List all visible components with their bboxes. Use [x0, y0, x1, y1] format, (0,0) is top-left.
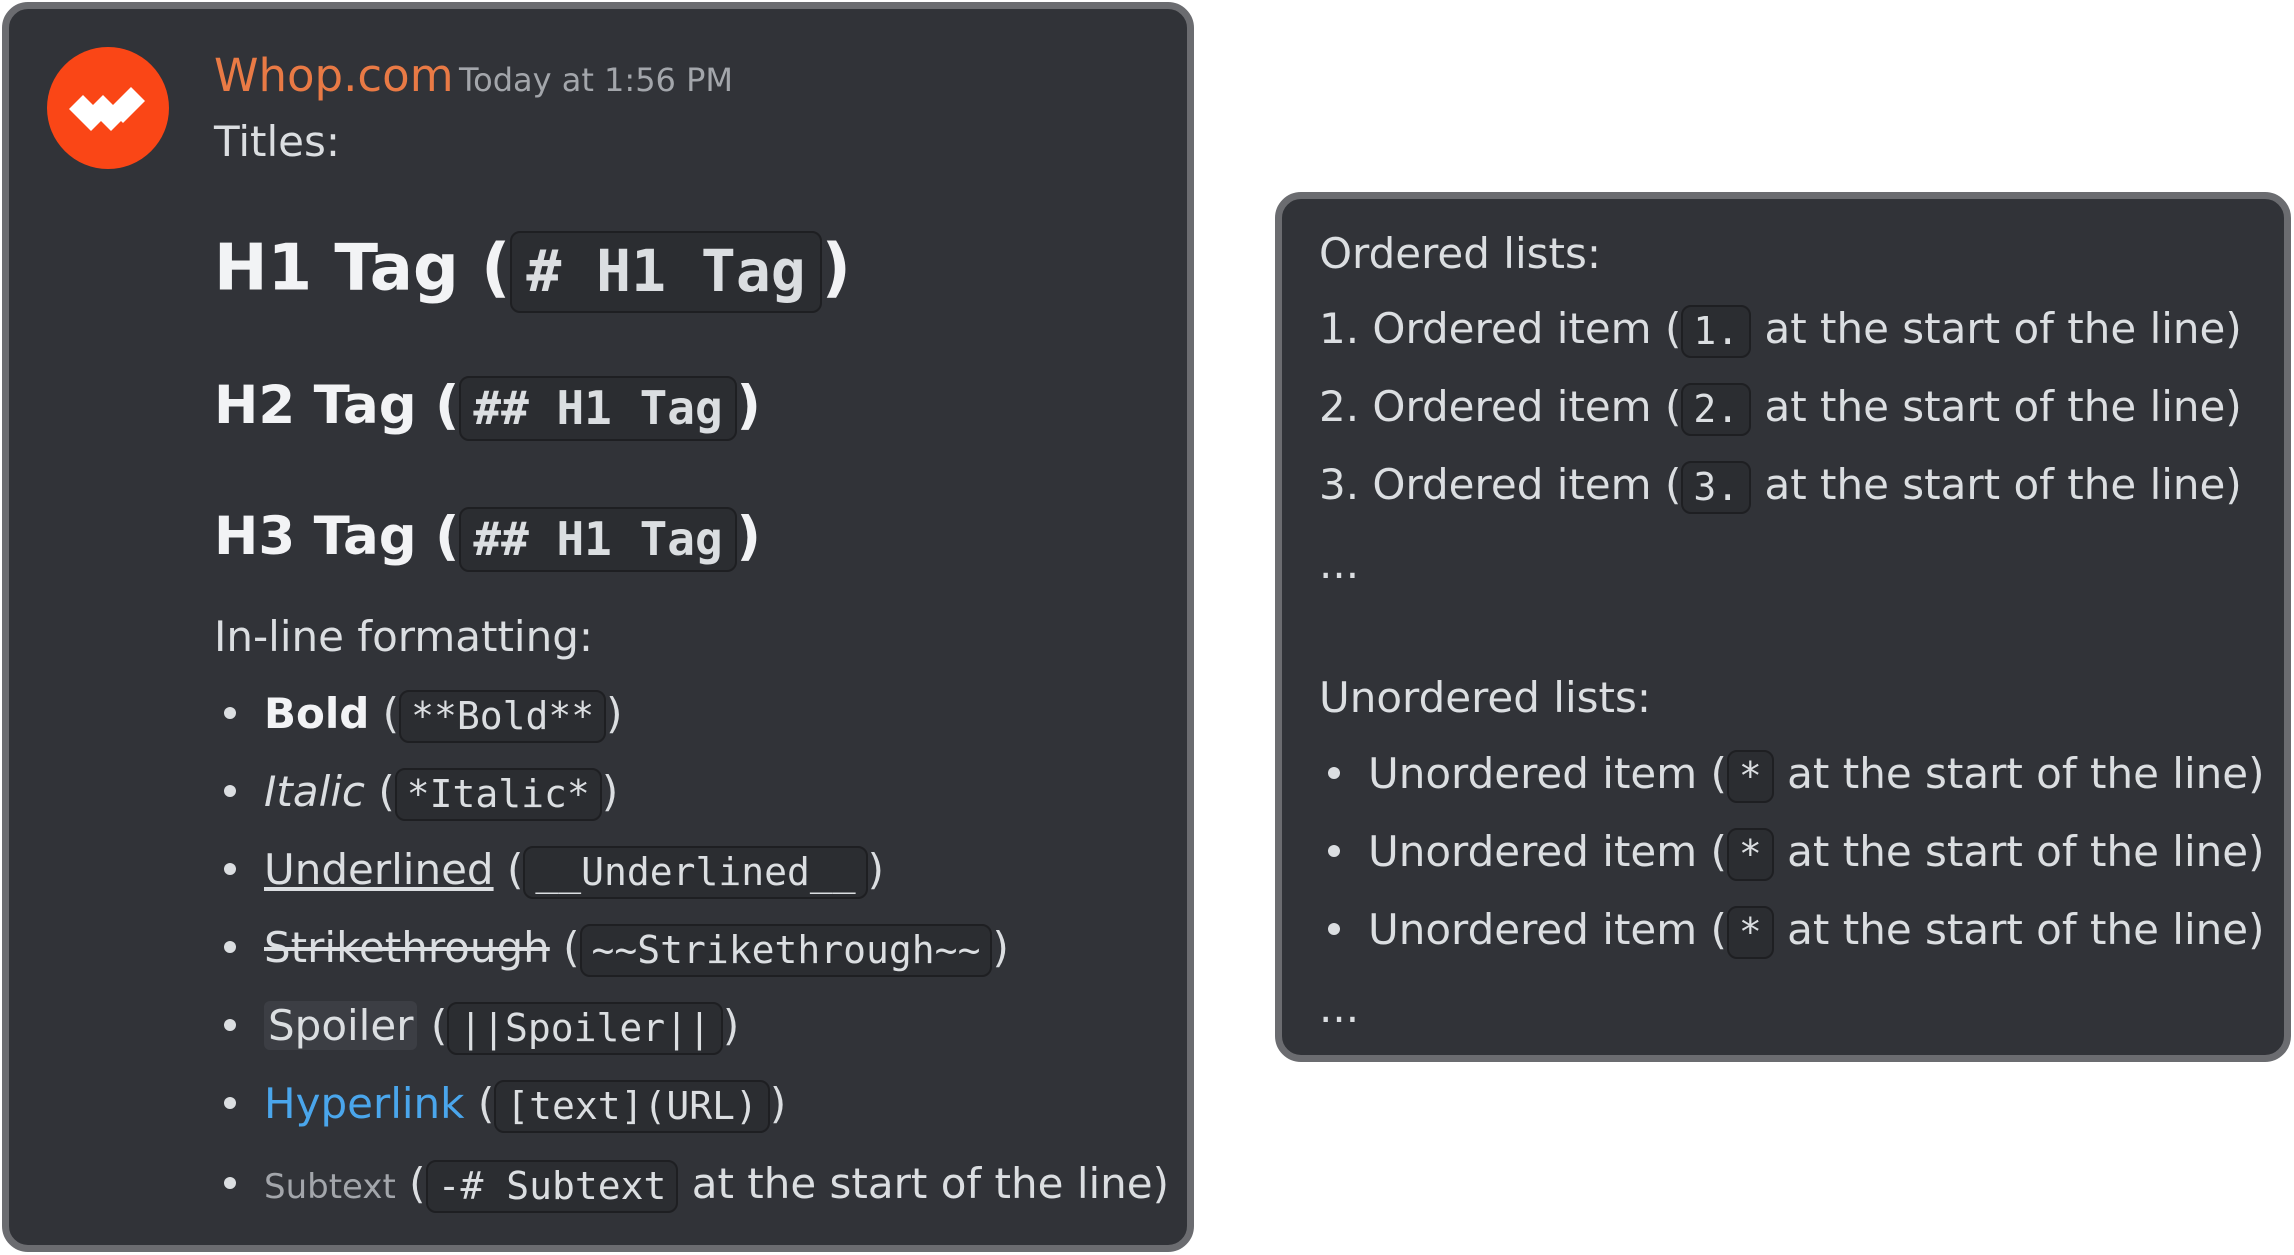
inline-label: In-line formatting:	[214, 612, 594, 661]
spoiler-example[interactable]: Spoiler	[264, 1001, 418, 1050]
list-item: Spoiler (||Spoiler||)	[224, 1001, 739, 1056]
hyperlink-code: [text](URL)	[494, 1079, 770, 1134]
unordered-item-code: *	[1726, 905, 1774, 960]
titles-label: Titles:	[214, 117, 341, 166]
ordered-item-prefix: 2. Ordered item (	[1319, 382, 1682, 431]
timestamp: Today at 1:56 PM	[459, 61, 733, 99]
h3-example: H3 Tag (## H1 Tag)	[214, 506, 761, 572]
list-item: Italic (*Italic*)	[224, 767, 618, 822]
h3-label: H3 Tag	[214, 506, 417, 567]
h2-example: H2 Tag (## H1 Tag)	[214, 375, 761, 441]
h1-example: H1 Tag (# H1 Tag)	[214, 231, 851, 313]
unordered-item-prefix: Unordered item (	[1368, 905, 1727, 954]
hyperlink-example[interactable]: Hyperlink	[264, 1079, 464, 1128]
ordered-item: 2. Ordered item (2. at the start of the …	[1319, 382, 2242, 437]
h1-label: H1 Tag	[214, 231, 459, 306]
underline-code: __Underlined__	[523, 845, 868, 900]
ordered-ellipsis: ...	[1319, 539, 1360, 588]
list-item: Hyperlink ([text](URL))	[224, 1079, 786, 1134]
ordered-item-suffix: at the start of the line)	[1764, 382, 2242, 431]
ordered-item-prefix: 1. Ordered item (	[1319, 304, 1682, 353]
bullet-icon	[224, 784, 236, 797]
ordered-label: Ordered lists:	[1319, 229, 1602, 278]
unordered-ellipsis: ...	[1319, 983, 1360, 1032]
bullet-icon	[224, 1018, 236, 1031]
bold-code: **Bold**	[399, 689, 607, 744]
italic-code: *Italic*	[394, 767, 602, 822]
unordered-item-code: *	[1726, 827, 1774, 882]
unordered-item-suffix: at the start of the line)	[1787, 749, 2265, 798]
ordered-item-prefix: 3. Ordered item (	[1319, 460, 1682, 509]
bullet-icon	[224, 706, 236, 719]
list-item: Strikethrough (~~Strikethrough~~)	[224, 923, 1009, 978]
spoiler-code: ||Spoiler||	[447, 1001, 723, 1056]
subtext-example: Subtext	[264, 1167, 396, 1207]
subtext-suffix: at the start of the line)	[691, 1159, 1170, 1208]
bullet-icon	[224, 1176, 236, 1189]
unordered-item: Unordered item (* at the start of the li…	[1328, 905, 2265, 960]
lists-card: Ordered lists: 1. Ordered item (1. at th…	[1275, 192, 2291, 1062]
list-item: Underlined (__Underlined__)	[224, 845, 884, 900]
bullet-icon	[224, 862, 236, 875]
h3-code: ## H1 Tag	[459, 506, 737, 572]
bullet-icon	[1328, 766, 1340, 779]
bullet-icon	[224, 1096, 236, 1109]
bullet-icon	[1328, 844, 1340, 857]
ordered-item: 3. Ordered item (3. at the start of the …	[1319, 460, 2242, 515]
strikethrough-example: Strikethrough	[264, 923, 550, 972]
unordered-item-prefix: Unordered item (	[1368, 749, 1727, 798]
ordered-item-code: 1.	[1681, 304, 1752, 359]
username[interactable]: Whop.com	[214, 49, 454, 102]
bold-example: Bold	[264, 689, 370, 738]
ordered-item-suffix: at the start of the line)	[1764, 460, 2242, 509]
h2-label: H2 Tag	[214, 375, 417, 436]
list-item: Bold (**Bold**)	[224, 689, 623, 744]
h2-code: ## H1 Tag	[459, 375, 737, 441]
subtext-code: -# Subtext	[425, 1159, 679, 1214]
unordered-item-suffix: at the start of the line)	[1787, 827, 2265, 876]
unordered-item: Unordered item (* at the start of the li…	[1328, 749, 2265, 804]
ordered-item-code: 2.	[1681, 382, 1752, 437]
unordered-item: Unordered item (* at the start of the li…	[1328, 827, 2265, 882]
whop-logo-icon[interactable]	[47, 47, 169, 169]
h1-code: # H1 Tag	[510, 231, 822, 313]
ordered-item-code: 3.	[1681, 460, 1752, 515]
ordered-item-suffix: at the start of the line)	[1764, 304, 2242, 353]
unordered-item-prefix: Unordered item (	[1368, 827, 1727, 876]
italic-example: Italic	[264, 767, 366, 816]
strikethrough-code: ~~Strikethrough~~	[579, 923, 993, 978]
bullet-icon	[224, 940, 236, 953]
unordered-item-suffix: at the start of the line)	[1787, 905, 2265, 954]
underline-example: Underlined	[264, 845, 494, 894]
unordered-item-code: *	[1726, 749, 1774, 804]
bullet-icon	[1328, 922, 1340, 935]
ordered-item: 1. Ordered item (1. at the start of the …	[1319, 304, 2242, 359]
message-card: Whop.com Today at 1:56 PM Titles: H1 Tag…	[2, 2, 1194, 1252]
unordered-label: Unordered lists:	[1319, 673, 1652, 722]
list-item: Subtext (-# Subtext at the start of the …	[224, 1159, 1170, 1214]
